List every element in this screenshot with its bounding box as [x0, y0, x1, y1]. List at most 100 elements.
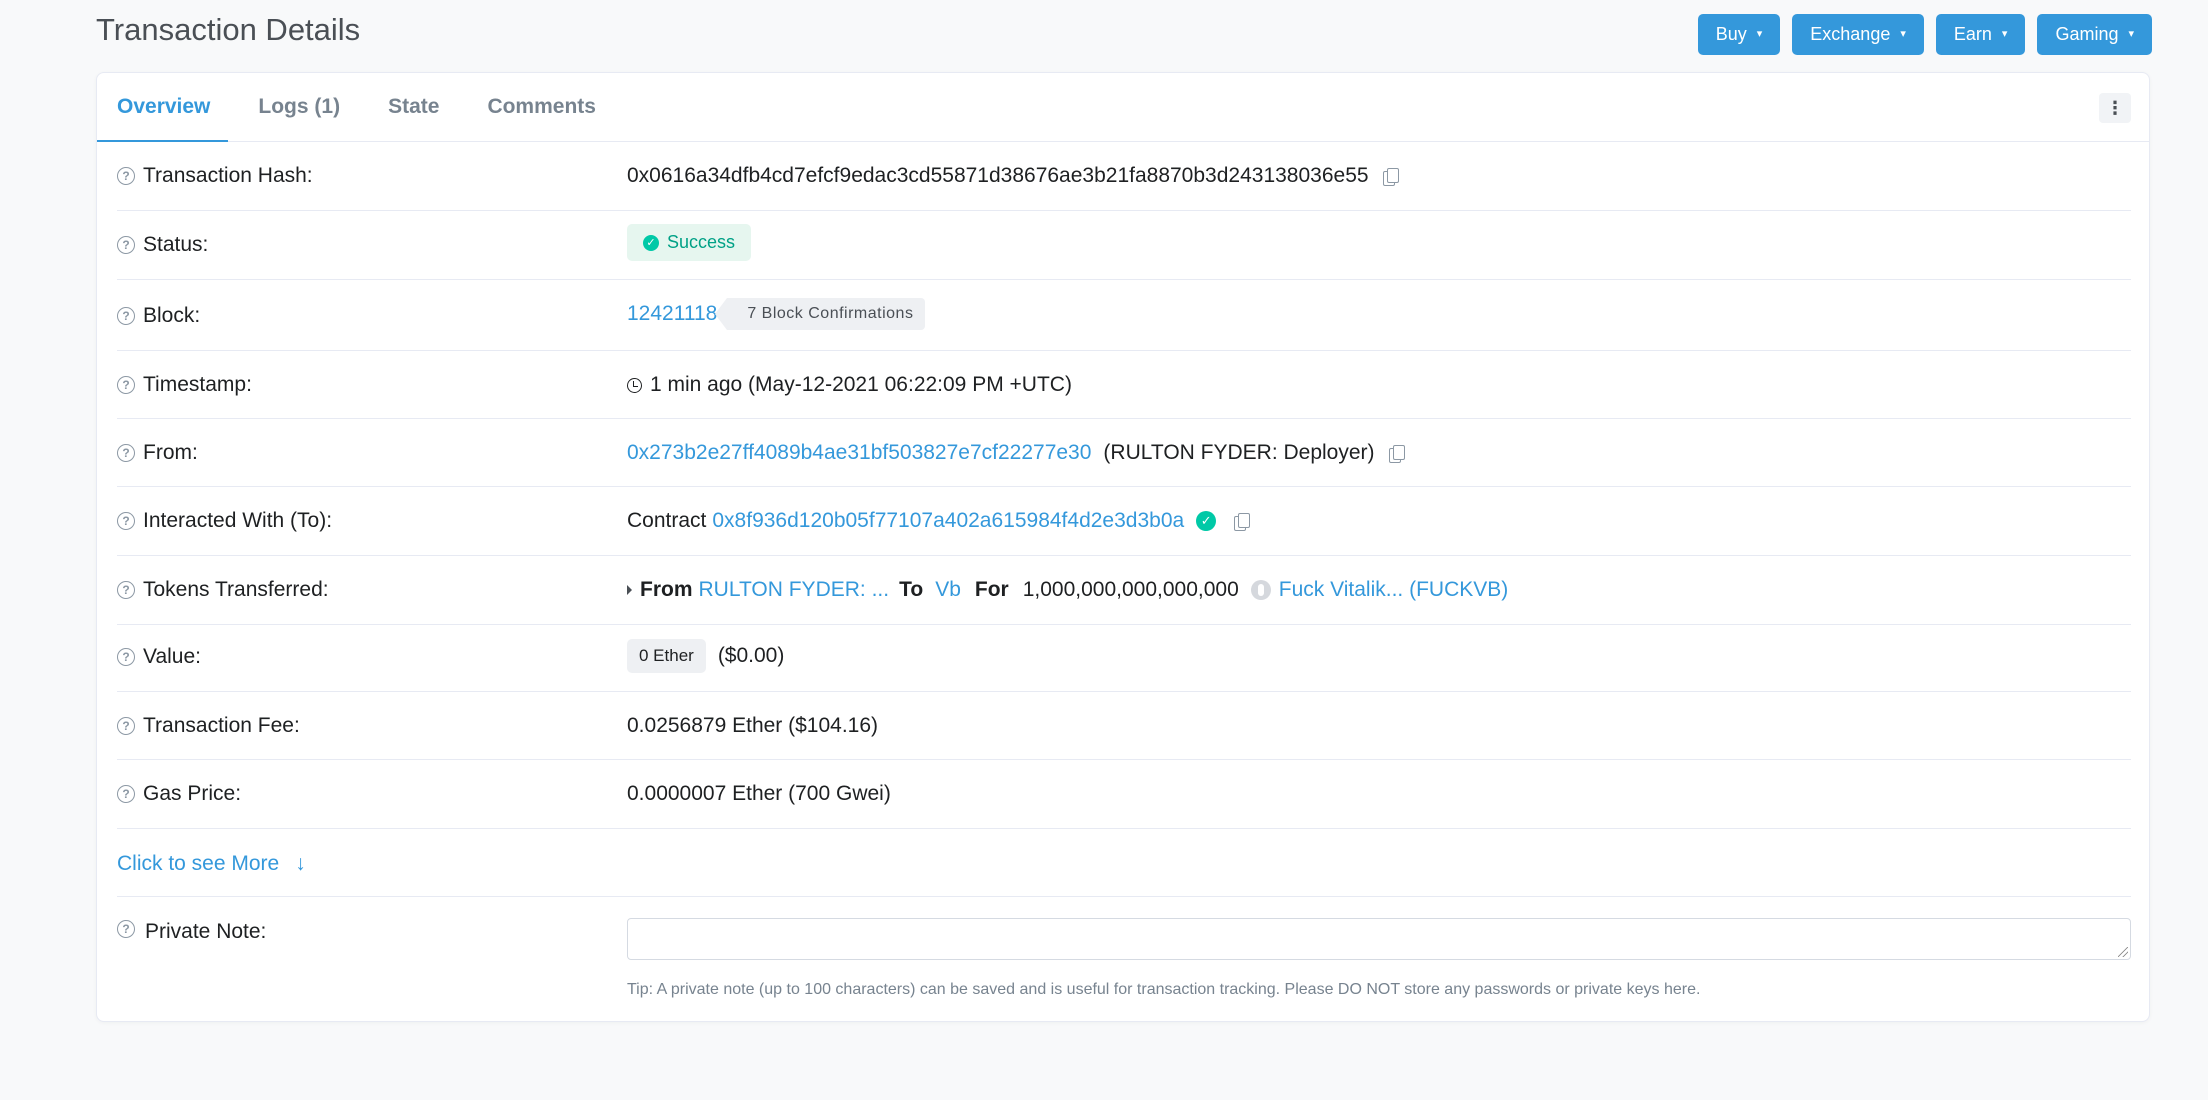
copy-icon[interactable] — [1382, 167, 1399, 186]
chevron-down-icon: ▾ — [1756, 28, 1763, 40]
question-circle-icon[interactable]: ? — [117, 785, 135, 803]
exchange-button-label: Exchange — [1810, 24, 1891, 44]
row-value: 0 Ether ($0.00) — [627, 639, 784, 673]
copy-icon[interactable] — [1388, 444, 1405, 463]
more-options-icon[interactable]: ⋮ — [2099, 93, 2131, 123]
contract-prefix: Contract — [627, 509, 707, 532]
chevron-down-icon: ▾ — [2001, 28, 2008, 40]
check-circle-icon: ✓ — [643, 234, 659, 251]
row-transaction-hash: ? Transaction Hash: 0x0616a34dfb4cd7efcf… — [117, 142, 2131, 211]
transaction-fee-label: Transaction Fee: — [143, 714, 300, 737]
token-icon — [1250, 580, 1271, 600]
row-timestamp: ? Timestamp: 1 min ago (May-12-2021 06:2… — [117, 351, 2131, 419]
contract-address-link[interactable]: 0x8f936d120b05f77107a402a615984f4d2e3d3b… — [712, 509, 1184, 533]
gaming-button-label: Gaming — [2055, 24, 2119, 44]
buy-button-label: Buy — [1715, 24, 1747, 44]
transaction-hash-label: Transaction Hash: — [143, 164, 313, 187]
row-label: ? Gas Price: — [117, 782, 241, 806]
row-label: ? Status: — [117, 233, 208, 257]
row-value: 12421118 7 Block Confirmations — [627, 298, 926, 330]
buy-button[interactable]: Buy ▾ — [1697, 14, 1781, 55]
question-circle-icon[interactable]: ? — [117, 444, 135, 462]
arrow-down-icon: ↓ — [295, 852, 306, 875]
interacted-with-label: Interacted With (To): — [143, 509, 333, 532]
block-number-link[interactable]: 12421118 — [627, 302, 717, 326]
private-note-input[interactable] — [627, 918, 2131, 960]
gas-price-label: Gas Price: — [143, 782, 242, 805]
row-value: 0.0256879 Ether ($104.16) — [627, 714, 878, 738]
row-label: ? Transaction Fee: — [117, 714, 300, 738]
tab-comments[interactable]: Comments — [487, 73, 596, 141]
tokens-transferred-label: Tokens Transferred: — [143, 578, 329, 601]
row-label: ? From: — [117, 441, 198, 465]
row-label: ? Transaction Hash: — [117, 164, 313, 188]
token-to-word: To — [899, 578, 924, 601]
row-label: ? Block: — [117, 304, 200, 328]
transaction-card: Overview Logs (1) State Comments ⋮ ? Tra… — [96, 72, 2150, 1022]
see-more-link[interactable]: Click to see More ↓ — [117, 852, 306, 876]
caret-right-icon[interactable] — [627, 585, 632, 595]
clock-icon — [627, 377, 642, 393]
row-value: 0.0000007 Ether (700 Gwei) — [627, 782, 891, 806]
token-for-word: For — [974, 578, 1009, 601]
status-label: Status: — [143, 233, 209, 256]
question-circle-icon[interactable]: ? — [117, 376, 135, 394]
page-header: Transaction Details Buy ▾ Exchange ▾ Earn ▾… — [96, 0, 2152, 70]
token-name-link[interactable]: Fuck Vitalik... (FUCKVB) — [1279, 578, 1508, 602]
question-circle-icon[interactable]: ? — [117, 581, 135, 599]
block-confirmations-badge: 7 Block Confirmations — [715, 298, 926, 330]
transaction-hash-value: 0x0616a34dfb4cd7efcf9edac3cd55871d38676a… — [627, 164, 1369, 187]
row-label: ? Value: — [117, 645, 201, 669]
row-tokens-transferred: ? Tokens Transferred: From RULTON FYDER:… — [117, 556, 2131, 625]
earn-button-label: Earn — [1953, 24, 1992, 44]
row-value: 0x0616a34dfb4cd7efcf9edac3cd55871d38676a… — [627, 164, 1399, 188]
question-circle-icon[interactable]: ? — [117, 717, 135, 735]
status-badge: ✓ Success — [627, 224, 752, 261]
chevron-down-icon: ▾ — [2128, 28, 2134, 40]
row-value: 1 min ago (May-12-2021 06:22:09 PM +UTC) — [627, 373, 1072, 397]
tab-state[interactable]: State — [388, 73, 439, 141]
ether-value-badge: 0 Ether — [627, 639, 706, 673]
timestamp-label: Timestamp: — [143, 373, 252, 396]
from-name: (RULTON FYDER: Deployer) — [1103, 441, 1375, 464]
tab-logs[interactable]: Logs (1) — [258, 73, 340, 141]
gaming-button[interactable]: Gaming ▾ — [2037, 14, 2152, 55]
timestamp-value: 1 min ago (May-12-2021 06:22:09 PM +UTC) — [650, 373, 1072, 396]
block-label: Block: — [143, 304, 201, 327]
question-circle-icon[interactable]: ? — [117, 236, 135, 254]
exchange-button[interactable]: Exchange ▾ — [1792, 14, 1924, 55]
question-circle-icon[interactable]: ? — [117, 920, 135, 938]
row-see-more — [117, 829, 2131, 897]
question-circle-icon[interactable]: ? — [117, 648, 135, 666]
copy-icon[interactable] — [1234, 512, 1251, 531]
row-transaction-fee: ? Transaction Fee: 0.0256879 Ether ($104… — [117, 692, 2131, 760]
chevron-down-icon: ▾ — [1900, 28, 1906, 40]
token-amount: 1,000,000,000,000,000 — [1022, 578, 1239, 601]
tab-overview[interactable]: Overview — [96, 73, 229, 142]
row-interacted-with: ? Interacted With (To): Contract 0x8f936… — [117, 487, 2131, 556]
row-value-ether: ? Value: 0 Ether ($0.00) — [117, 625, 2131, 692]
question-circle-icon[interactable]: ? — [117, 512, 135, 530]
row-status: ? Status: ✓ Success — [117, 211, 2131, 280]
top-button-group: Buy ▾ Exchange ▾ Earn ▾ Gaming ▾ — [1697, 14, 2152, 55]
from-address-link[interactable]: 0x273b2e27ff4089b4ae31bf503827e7cf22277e… — [627, 441, 1091, 465]
question-circle-icon[interactable]: ? — [117, 307, 135, 325]
gas-price-value: 0.0000007 Ether (700 Gwei) — [627, 782, 891, 805]
row-from: ? From: 0x273b2e27ff4089b4ae31bf503827e7… — [117, 419, 2131, 487]
token-from-word: From — [640, 578, 693, 601]
private-note-label-group: ? — [117, 920, 143, 938]
token-to-link[interactable]: Vb — [935, 578, 961, 602]
token-from-link[interactable]: RULTON FYDER: ... — [699, 578, 890, 602]
earn-button[interactable]: Earn ▾ — [1935, 14, 2026, 55]
row-gas-price: ? Gas Price: 0.0000007 Ether (700 Gwei) — [117, 760, 2131, 829]
row-block: ? Block: 12421118 7 Block Confirmations — [117, 280, 2131, 351]
verified-check-icon: ✓ — [1196, 511, 1217, 531]
row-value: Contract 0x8f936d120b05f77107a402a615984… — [627, 509, 1251, 533]
row-value: From RULTON FYDER: ... To Vb For 1,000,0… — [627, 578, 1508, 602]
private-note-label-text: Private Note: — [145, 920, 267, 943]
row-label: ? Timestamp: — [117, 373, 252, 397]
status-value: Success — [667, 232, 736, 252]
question-circle-icon[interactable]: ? — [117, 167, 135, 185]
private-note-tip: Tip: A private note (up to 100 character… — [627, 981, 1701, 998]
row-value: ✓ Success — [627, 224, 752, 261]
